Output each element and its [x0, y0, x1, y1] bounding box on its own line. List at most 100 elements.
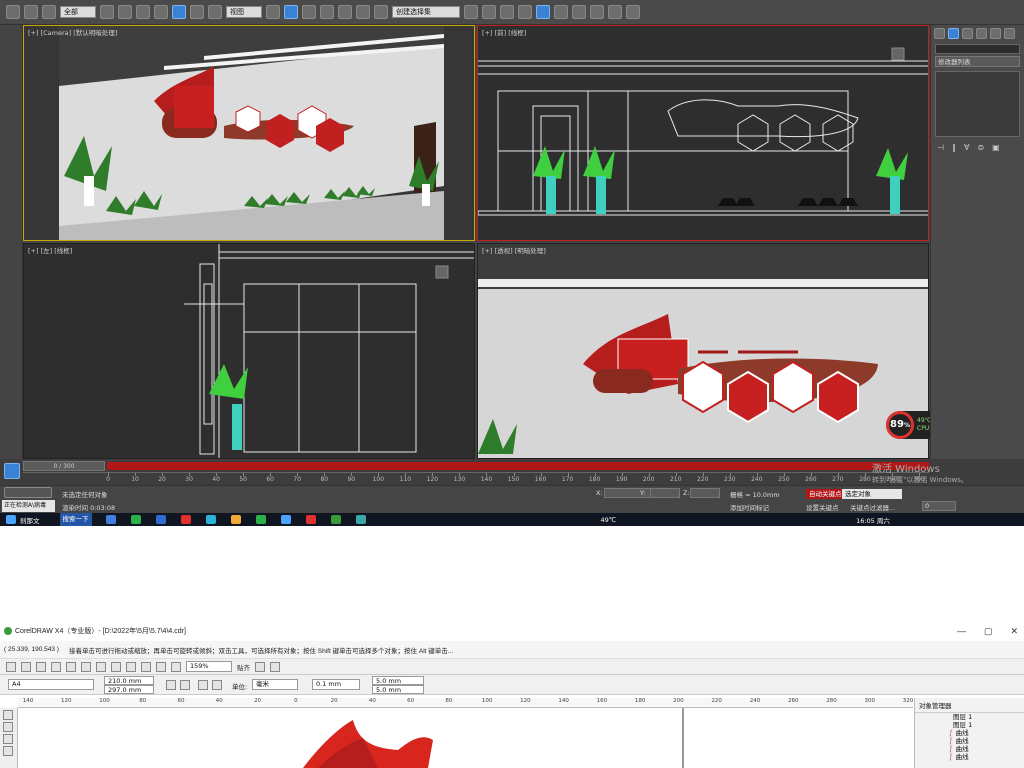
wps-icon[interactable]	[180, 515, 191, 524]
viewport-label[interactable]: [+] [透视] [明暗处理]	[482, 245, 546, 255]
time-slider[interactable]: 0 / 300	[23, 461, 105, 471]
crop-tool-icon[interactable]	[3, 734, 13, 744]
all-pages-icon[interactable]	[198, 680, 208, 690]
open-icon[interactable]	[21, 661, 31, 672]
modifier-stack[interactable]	[935, 71, 1020, 137]
duplicate-x-field[interactable]: 5.0 mm	[372, 676, 424, 685]
align-icon[interactable]	[482, 5, 496, 19]
bind-space-warp-icon[interactable]	[42, 5, 56, 19]
percent-snap-icon[interactable]	[338, 5, 352, 19]
window-crossing-icon[interactable]	[154, 5, 168, 19]
copy-icon[interactable]	[81, 661, 91, 672]
render-teapot-icon[interactable]	[626, 5, 640, 19]
current-frame-field[interactable]: 0	[922, 501, 956, 511]
minimize-button[interactable]: —	[957, 626, 966, 637]
viewport-label[interactable]: [+] [Camera] [默认明暗处理]	[28, 27, 117, 37]
start-icon[interactable]	[6, 515, 16, 524]
z-coord-field[interactable]	[690, 488, 720, 498]
current-page-icon[interactable]	[212, 680, 222, 690]
selection-filter-dropdown[interactable]: 全部	[60, 6, 96, 18]
unit-dropdown[interactable]: 毫米	[252, 679, 298, 690]
close-button[interactable]: ✕	[1010, 626, 1018, 637]
page-size-dropdown[interactable]: A4	[8, 679, 94, 690]
unlink-icon[interactable]	[24, 5, 38, 19]
paste-icon[interactable]	[96, 661, 106, 672]
selected-object-dropdown[interactable]: 选定对象	[842, 489, 902, 499]
select-move-icon[interactable]	[172, 5, 186, 19]
listener-text[interactable]: 正在检测A\病毒	[2, 500, 55, 512]
track-bar-ruler[interactable]: 0 10 20 30 40 50 60 70 80 90 100 110 120 130 140 150 160…	[23, 472, 929, 484]
create-tab-icon[interactable]	[934, 28, 945, 39]
layer-manager-icon[interactable]	[500, 5, 514, 19]
zoom-dropdown[interactable]: 159%	[186, 661, 232, 672]
qq-icon[interactable]	[280, 515, 291, 524]
cut-icon[interactable]	[66, 661, 76, 672]
import-icon[interactable]	[141, 661, 151, 672]
nudge-field[interactable]: 0.1 mm	[312, 679, 360, 690]
object-item[interactable]: ∫ 曲线	[915, 745, 1024, 753]
display-tab-icon[interactable]	[990, 28, 1001, 39]
maxscript-listener[interactable]	[4, 487, 52, 498]
select-scale-icon[interactable]	[208, 5, 222, 19]
snap-toggle-icon[interactable]	[302, 5, 316, 19]
duplicate-y-field[interactable]: 5.0 mm	[372, 685, 424, 694]
object-item[interactable]: ∫ 曲线	[915, 729, 1024, 737]
modifier-list-dropdown[interactable]: 修改器列表	[935, 56, 1020, 67]
layer-item[interactable]: 图层 1	[915, 713, 1024, 721]
select-link-icon[interactable]	[6, 5, 20, 19]
remove-modifier-icon[interactable]: ⊜	[977, 143, 984, 152]
layer-item[interactable]: 图层 1	[915, 721, 1024, 729]
portrait-icon[interactable]	[166, 680, 176, 690]
reference-coord-dropdown[interactable]: 视图	[226, 6, 262, 18]
drawing-canvas[interactable]	[18, 708, 913, 768]
page-height-field[interactable]: 297.0 mm	[104, 685, 154, 694]
material-editor-icon[interactable]	[554, 5, 568, 19]
select-rotate-icon[interactable]	[190, 5, 204, 19]
object-name-field[interactable]	[935, 44, 1020, 54]
hierarchy-tab-icon[interactable]	[962, 28, 973, 39]
app-icon[interactable]	[105, 515, 116, 524]
viewport-label[interactable]: [+] [前] [线框]	[482, 27, 526, 37]
object-item[interactable]: ∫ 曲线	[915, 737, 1024, 745]
photoshop-icon[interactable]	[155, 515, 166, 524]
select-manipulate-icon[interactable]	[284, 5, 298, 19]
mirror-icon[interactable]	[464, 5, 478, 19]
motion-tab-icon[interactable]	[976, 28, 987, 39]
browser-icon[interactable]	[205, 515, 216, 524]
time-slider-track[interactable]	[107, 462, 929, 470]
landscape-icon[interactable]	[180, 680, 190, 690]
horizontal-ruler[interactable]: 140 120 100 80 60 40 20 0 20 40 60 80 100 120 140 160 18…	[18, 698, 913, 708]
utilities-tab-icon[interactable]	[1004, 28, 1015, 39]
wechat-icon[interactable]	[130, 515, 141, 524]
front-viewport[interactable]: [+] [前] [线框]	[477, 25, 929, 241]
named-selection-dropdown[interactable]: 创建选择集	[392, 6, 460, 18]
export-icon[interactable]	[156, 661, 166, 672]
rect-selection-icon[interactable]	[136, 5, 150, 19]
key-filters-button[interactable]: 关键点过滤器...	[850, 502, 895, 512]
snap-dropdown[interactable]: 贴齐	[237, 662, 250, 672]
redo-icon[interactable]	[126, 661, 136, 672]
object-item[interactable]: ∫ 曲线	[915, 753, 1024, 761]
set-key-button[interactable]: 设置关键点	[806, 502, 839, 512]
spinner-snap-icon[interactable]	[356, 5, 370, 19]
add-time-tag[interactable]: 添加时间标记	[730, 502, 769, 512]
render-setup-icon[interactable]	[572, 5, 586, 19]
camera-viewport[interactable]: [+] [Camera] [默认明暗处理]	[23, 25, 475, 241]
taskbar-left-item[interactable]: 刹那文	[20, 515, 40, 525]
select-by-name-icon[interactable]	[118, 5, 132, 19]
page-width-field[interactable]: 210.0 mm	[104, 676, 154, 685]
configure-sets-icon[interactable]: ▣	[992, 143, 1000, 152]
zoom-tool-icon[interactable]	[3, 746, 13, 756]
rendered-frame-icon[interactable]	[590, 5, 604, 19]
coreldraw-icon[interactable]	[330, 515, 341, 524]
viewport-label[interactable]: [+] [左] [线框]	[28, 245, 72, 255]
schematic-view-icon[interactable]	[536, 5, 550, 19]
y-coord-field[interactable]	[650, 488, 680, 498]
taskbar-search[interactable]: 搜索一下	[59, 513, 92, 526]
app-launcher-icon[interactable]	[171, 661, 181, 672]
undo-icon[interactable]	[111, 661, 121, 672]
render-production-icon[interactable]	[608, 5, 622, 19]
viewport-layout-icon[interactable]	[4, 463, 20, 479]
pick-tool-icon[interactable]	[3, 710, 13, 720]
pivot-center-icon[interactable]	[266, 5, 280, 19]
